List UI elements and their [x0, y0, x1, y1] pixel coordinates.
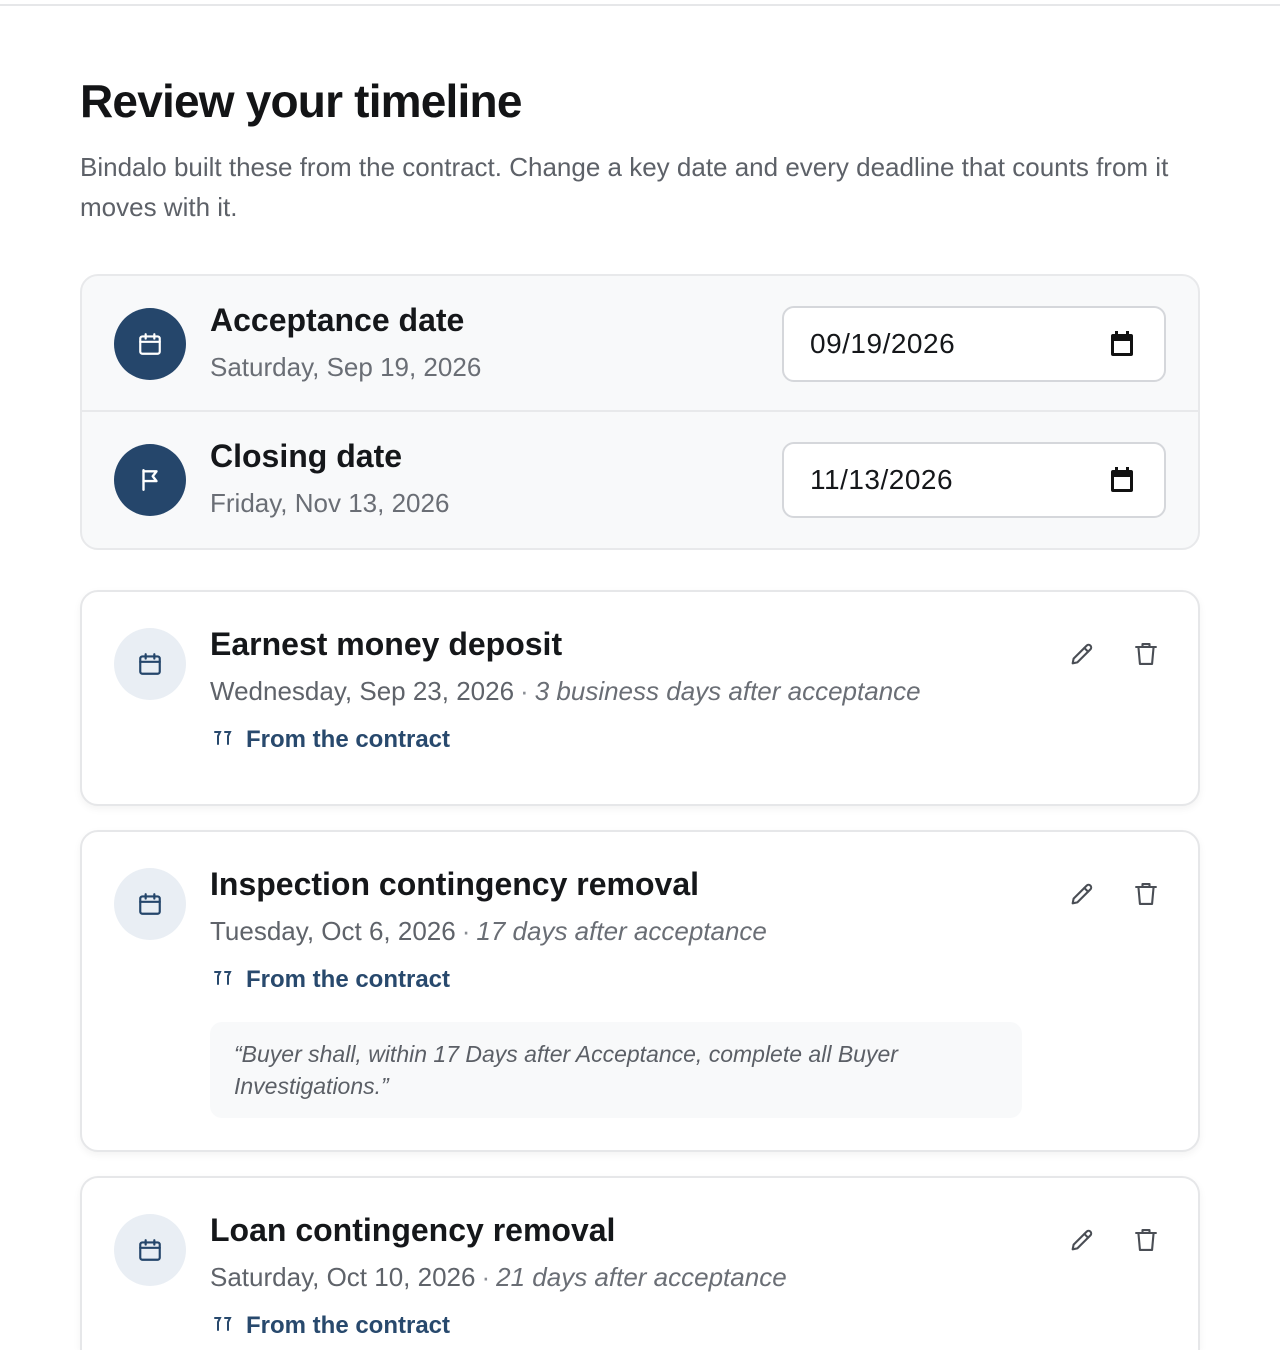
- date-input-value: 09/19/2026: [810, 328, 956, 359]
- page-subtitle: Bindalo built these from the contract. C…: [80, 152, 1169, 222]
- key-date-title: Closing date: [210, 438, 403, 474]
- trash-icon[interactable]: [1128, 636, 1164, 672]
- key-date-acceptance: Acceptance date Saturday, Sep 19, 2026 0…: [82, 276, 1198, 412]
- deadline-card: Inspection contingency removal Tuesday, …: [80, 830, 1200, 1152]
- from-contract-link[interactable]: From the contract: [212, 966, 450, 994]
- flag-icon: [114, 444, 186, 516]
- calendar-icon: [114, 308, 186, 380]
- key-date-day-label: Friday, Nov 13, 2026: [210, 488, 450, 518]
- deadline-meta: Saturday, Oct 10, 2026 · 21 days after acc…: [210, 1262, 787, 1293]
- key-date-day-label: Saturday, Sep 19, 2026: [210, 352, 482, 382]
- from-contract-link[interactable]: From the contract: [212, 726, 450, 754]
- from-contract-label: From the contract: [246, 1312, 451, 1339]
- deadline-card: Loan contingency removal Saturday, Oct 1…: [80, 1176, 1200, 1350]
- key-dates-panel: Acceptance date Saturday, Sep 19, 2026 0…: [80, 274, 1200, 550]
- calendar-icon: [114, 1214, 186, 1286]
- quote-icon: [212, 726, 234, 754]
- deadline-card: Earnest money deposit Wednesday, Sep 23,…: [80, 590, 1200, 806]
- deadline-actions: [1064, 636, 1164, 672]
- deadline-title: Earnest money deposit: [210, 626, 563, 662]
- deadline-meta: Wednesday, Sep 23, 2026 · 3 business days …: [210, 676, 921, 707]
- trash-icon[interactable]: [1128, 876, 1164, 912]
- from-contract-link[interactable]: From the contract: [212, 1312, 450, 1340]
- edit-pencil-icon[interactable]: [1064, 1222, 1100, 1258]
- edit-pencil-icon[interactable]: [1064, 636, 1100, 672]
- meta-separator: ·: [520, 676, 529, 706]
- top-divider: [0, 4, 1280, 6]
- contract-quote: “Buyer shall, within 17 Days after Accep…: [210, 1022, 1022, 1118]
- edit-pencil-icon[interactable]: [1064, 876, 1100, 912]
- from-contract-label: From the contract: [246, 966, 451, 993]
- deadline-relative: 17 days after acceptance: [476, 916, 767, 946]
- meta-separator: ·: [481, 1262, 491, 1292]
- calendar-picker-icon[interactable]: [1108, 466, 1136, 494]
- from-contract-label: From the contract: [246, 726, 451, 753]
- key-date-closing: Closing date Friday, Nov 13, 2026 11/13/…: [82, 412, 1198, 548]
- date-input-value: 11/13/2026: [810, 464, 954, 495]
- deadline-meta: Tuesday, Oct 6, 2026 · 17 days after accep…: [210, 916, 767, 947]
- trash-icon[interactable]: [1128, 1222, 1164, 1258]
- acceptance-date-input[interactable]: 09/19/2026: [782, 306, 1166, 382]
- deadline-title: Loan contingency removal: [210, 1212, 616, 1248]
- deadline-relative: 21 days after acceptance: [496, 1262, 787, 1292]
- quote-icon: [212, 1312, 234, 1340]
- calendar-picker-icon[interactable]: [1108, 330, 1136, 358]
- calendar-icon: [114, 628, 186, 700]
- deadline-date: Tuesday, Oct 6, 2026: [210, 916, 456, 946]
- calendar-icon: [114, 868, 186, 940]
- key-date-title: Acceptance date: [210, 302, 465, 338]
- page-title: Review your timeline: [80, 75, 522, 127]
- deadline-date: Saturday, Oct 10, 2026: [210, 1262, 476, 1292]
- deadline-relative: 3 business days after acceptance: [534, 676, 921, 706]
- deadline-actions: [1064, 1222, 1164, 1258]
- deadline-actions: [1064, 876, 1164, 912]
- closing-date-input[interactable]: 11/13/2026: [782, 442, 1166, 518]
- deadline-date: Wednesday, Sep 23, 2026: [210, 676, 515, 706]
- deadline-title: Inspection contingency removal: [210, 866, 699, 902]
- quote-icon: [212, 966, 234, 994]
- meta-separator: ·: [461, 916, 471, 946]
